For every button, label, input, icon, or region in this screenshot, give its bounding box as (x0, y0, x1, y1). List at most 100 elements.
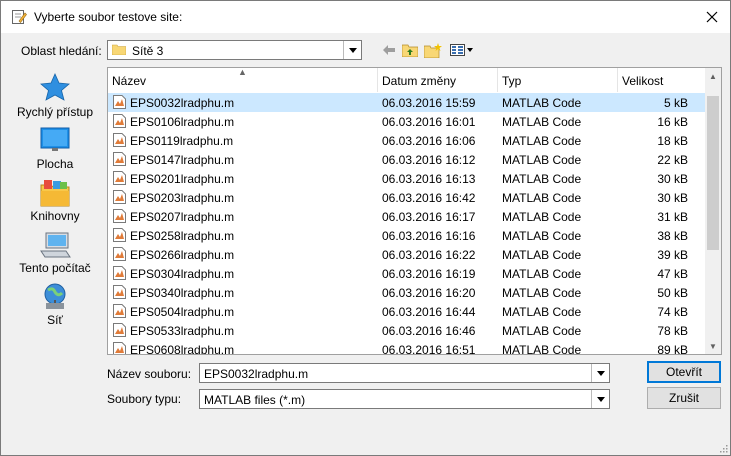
column-size[interactable]: Velikost (618, 68, 706, 92)
matlab-file-icon (113, 171, 126, 185)
file-name: EPS0340lradphu.m (130, 286, 235, 300)
file-name: EPS0504lradphu.m (130, 305, 235, 319)
file-date: 06.03.2016 15:59 (382, 96, 476, 110)
file-name: EPS0119lradphu.m (130, 134, 234, 148)
file-date: 06.03.2016 16:42 (382, 191, 476, 205)
matlab-file-icon (113, 266, 126, 280)
file-name: EPS0147lradphu.m (130, 153, 235, 167)
matlab-file-icon (113, 247, 126, 261)
open-button[interactable]: Otevřít (647, 361, 721, 383)
file-size: 5 kB (663, 96, 688, 110)
place-libraries[interactable]: Knihovny (9, 179, 101, 227)
scroll-thumb[interactable] (707, 96, 719, 250)
file-type: MATLAB Code (502, 115, 582, 129)
close-button[interactable] (696, 3, 728, 31)
matlab-file-icon (113, 304, 126, 318)
file-row[interactable]: EPS0147lradphu.m 06.03.2016 16:12 MATLAB C… (108, 150, 706, 169)
column-date[interactable]: Datum změny (378, 68, 498, 92)
file-row[interactable]: EPS0340lradphu.m 06.03.2016 16:20 MATLAB C… (108, 283, 706, 302)
column-type-label: Typ (502, 74, 522, 88)
file-size: 31 kB (657, 210, 688, 224)
network-icon (44, 283, 66, 309)
file-row[interactable]: EPS0203lradphu.m 06.03.2016 16:42 MATLAB C… (108, 188, 706, 207)
file-row[interactable]: EPS0032lradphu.m 06.03.2016 15:59 MATLAB C… (108, 93, 706, 112)
place-quick-access[interactable]: Rychlý přístup (9, 73, 101, 123)
scroll-down-button[interactable]: ▼ (705, 338, 721, 354)
column-name[interactable]: Název ▲ (108, 68, 378, 92)
file-date: 06.03.2016 16:22 (382, 248, 476, 262)
file-date: 06.03.2016 16:17 (382, 210, 476, 224)
file-row[interactable]: EPS0266lradphu.m 06.03.2016 16:22 MATLAB C… (108, 245, 706, 264)
file-name-label: Název souboru: (107, 367, 192, 381)
file-row[interactable]: EPS0207lradphu.m 06.03.2016 16:17 MATLAB C… (108, 207, 706, 226)
close-icon (706, 11, 718, 23)
place-label: Rychlý přístup (16, 105, 94, 119)
places-bar: Rychlý přístup Plocha Knihovny Tento poč… (9, 67, 101, 347)
file-size: 89 kB (657, 343, 688, 355)
file-type: MATLAB Code (502, 248, 582, 262)
chevron-down-icon (596, 396, 605, 402)
scroll-up-button[interactable]: ▲ (705, 68, 721, 84)
file-row[interactable]: EPS0504lradphu.m 06.03.2016 16:44 MATLAB C… (108, 302, 706, 321)
column-header-row: Název ▲ Datum změny Typ Velikost (108, 68, 706, 92)
file-row[interactable]: EPS0201lradphu.m 06.03.2016 16:13 MATLAB C… (108, 169, 706, 188)
file-name-value[interactable]: EPS0032lradphu.m (204, 367, 308, 381)
edit-document-icon (12, 10, 27, 24)
resize-grip-icon[interactable] (718, 443, 728, 453)
file-date: 06.03.2016 16:46 (382, 324, 476, 338)
matlab-file-icon (113, 114, 126, 128)
file-type: MATLAB Code (502, 191, 582, 205)
back-arrow-icon (383, 45, 395, 55)
column-name-label: Název (112, 74, 147, 88)
file-type-label: Soubory typu: (107, 392, 182, 406)
up-folder-button[interactable] (401, 41, 419, 59)
libraries-icon (40, 180, 70, 207)
file-name-dropdown-button[interactable] (591, 364, 609, 382)
file-name: EPS0533lradphu.m (130, 324, 235, 338)
new-folder-button[interactable] (423, 41, 443, 59)
file-row[interactable]: EPS0533lradphu.m 06.03.2016 16:46 MATLAB C… (108, 321, 706, 340)
place-this-pc[interactable]: Tento počítač (9, 231, 101, 279)
vertical-scrollbar[interactable]: ▲ ▼ (705, 68, 721, 354)
column-type[interactable]: Typ (498, 68, 618, 92)
file-row[interactable]: EPS0608lradphu.m 06.03.2016 16:51 MATLAB C… (108, 340, 706, 355)
file-date: 06.03.2016 16:16 (382, 229, 476, 243)
matlab-file-icon (113, 133, 126, 147)
file-type: MATLAB Code (502, 267, 582, 281)
file-list[interactable]: Název ▲ Datum změny Typ Velikost EPS0032… (107, 67, 722, 355)
file-open-dialog: Vyberte soubor testove site: Oblast hled… (0, 0, 731, 456)
chevron-down-icon (596, 370, 605, 376)
file-name: EPS0304lradphu.m (130, 267, 235, 281)
file-row[interactable]: EPS0304lradphu.m 06.03.2016 16:19 MATLAB C… (108, 264, 706, 283)
view-menu-button[interactable] (449, 41, 475, 59)
file-type-dropdown-button[interactable] (591, 390, 609, 408)
file-date: 06.03.2016 16:51 (382, 343, 476, 355)
matlab-file-icon (113, 285, 126, 299)
matlab-file-icon (113, 228, 126, 242)
file-type-combo[interactable]: MATLAB files (*.m) (199, 389, 610, 409)
place-network[interactable]: Síť (9, 283, 101, 331)
new-folder-icon (424, 42, 442, 58)
matlab-file-icon (113, 95, 126, 109)
look-in-combo[interactable]: Sítě 3 (107, 40, 362, 60)
file-row[interactable]: EPS0106lradphu.m 06.03.2016 16:01 MATLAB C… (108, 112, 706, 131)
file-date: 06.03.2016 16:19 (382, 267, 476, 281)
column-size-label: Velikost (622, 74, 664, 88)
matlab-file-icon (113, 209, 126, 223)
cancel-button-label: Zrušit (669, 391, 699, 405)
file-row[interactable]: EPS0258lradphu.m 06.03.2016 16:16 MATLAB C… (108, 226, 706, 245)
look-in-dropdown-button[interactable] (343, 41, 361, 59)
file-date: 06.03.2016 16:13 (382, 172, 476, 186)
computer-icon (40, 232, 71, 258)
matlab-file-icon (113, 152, 126, 166)
file-date: 06.03.2016 16:01 (382, 115, 476, 129)
place-label: Knihovny (30, 209, 80, 223)
back-button[interactable] (381, 41, 397, 59)
place-desktop[interactable]: Plocha (9, 127, 101, 175)
file-size: 78 kB (657, 324, 688, 338)
file-name: EPS0201lradphu.m (130, 172, 235, 186)
file-size: 50 kB (657, 286, 688, 300)
file-row[interactable]: EPS0119lradphu.m 06.03.2016 16:06 MATLAB C… (108, 131, 706, 150)
cancel-button[interactable]: Zrušit (647, 387, 721, 409)
file-name-combo[interactable]: EPS0032lradphu.m (199, 363, 610, 383)
